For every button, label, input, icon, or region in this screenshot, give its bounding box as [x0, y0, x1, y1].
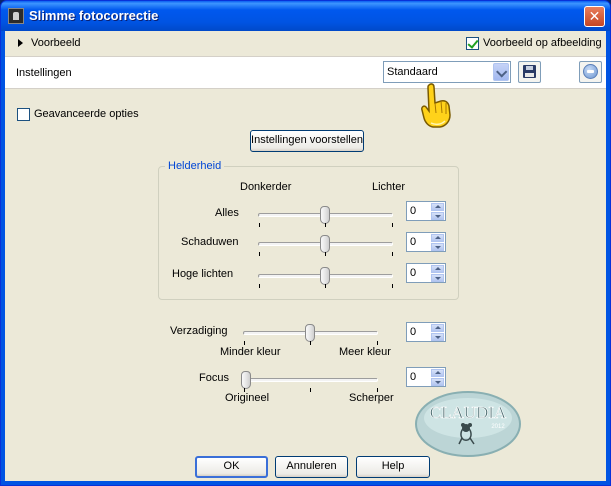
preview-on-image-label[interactable]: Voorbeeld op afbeelding — [483, 37, 602, 49]
tick-mark — [325, 252, 326, 256]
spinner-highlights-value: 0 — [410, 267, 417, 279]
slider-label-all: Alles — [215, 207, 239, 219]
suggest-settings-button[interactable]: Instellingen voorstellen — [250, 130, 364, 152]
focus-slider-thumb[interactable] — [241, 371, 251, 389]
spinner-shadows-value: 0 — [410, 236, 417, 248]
tick-mark — [392, 284, 393, 288]
spinner-focus[interactable]: 0 — [406, 367, 446, 387]
tick-mark — [325, 284, 326, 288]
app-icon — [8, 8, 24, 24]
cancel-button[interactable]: Annuleren — [275, 456, 348, 478]
focus-min-label: Origineel — [225, 392, 270, 404]
advanced-options-label[interactable]: Geavanceerde opties — [34, 108, 139, 120]
watermark-year: 2012 — [491, 424, 505, 430]
help-button[interactable]: Help — [356, 456, 430, 478]
tick-mark — [259, 223, 260, 227]
tick-mark — [310, 388, 311, 392]
spinner-down-icon[interactable] — [431, 243, 444, 251]
preset-select-value: Standaard — [387, 66, 438, 78]
spinner-all[interactable]: 0 — [406, 201, 446, 221]
focus-max-label: Scherper — [349, 392, 394, 404]
settings-label: Instellingen — [16, 67, 72, 79]
tick-mark — [377, 341, 378, 345]
spinner-up-icon[interactable] — [431, 324, 444, 332]
saturation-min-label: Minder kleur — [220, 346, 281, 358]
saturation-max-label: Meer kleur — [339, 346, 391, 358]
dialog-client: Voorbeeld Voorbeeld op afbeelding Instel… — [5, 31, 606, 481]
slider-label-shadows: Schaduwen — [181, 236, 239, 248]
tick-mark — [325, 223, 326, 227]
floppy-disk-icon — [523, 65, 536, 78]
claudia-watermark: CLAUDIA 2012 — [415, 391, 521, 457]
dialog-window: Slimme fotocorrectie ✕ Voorbeeld Voorbee… — [0, 0, 611, 486]
spinner-all-value: 0 — [410, 205, 417, 217]
reset-button[interactable] — [579, 61, 602, 83]
slider-label-highlights: Hoge lichten — [172, 268, 234, 280]
darker-label: Donkerder — [240, 181, 292, 193]
spinner-down-icon[interactable] — [431, 333, 444, 341]
spinner-focus-value: 0 — [410, 371, 417, 383]
chevron-down-icon[interactable] — [493, 63, 509, 81]
window-title: Slimme fotocorrectie — [29, 8, 159, 23]
slider-thumb-all[interactable] — [320, 206, 330, 224]
preview-on-image-checkbox[interactable] — [466, 37, 479, 50]
preview-row: Voorbeeld Voorbeeld op afbeelding — [5, 31, 606, 57]
spinner-up-icon[interactable] — [431, 234, 444, 242]
spinner-highlights[interactable]: 0 — [406, 263, 446, 283]
reset-icon — [583, 64, 598, 79]
tick-mark — [259, 252, 260, 256]
expand-triangle-icon[interactable] — [18, 39, 23, 47]
advanced-options-checkbox[interactable] — [17, 108, 30, 121]
settings-row: Instellingen Standaard — [5, 57, 606, 89]
close-button[interactable]: ✕ — [584, 6, 605, 27]
tick-mark — [259, 284, 260, 288]
focus-label: Focus — [199, 372, 229, 384]
preview-toggle-label[interactable]: Voorbeeld — [31, 37, 81, 49]
focus-slider-track[interactable] — [243, 378, 378, 382]
tick-mark — [392, 223, 393, 227]
spinner-down-icon[interactable] — [431, 274, 444, 282]
title-bar[interactable]: Slimme fotocorrectie ✕ — [1, 1, 610, 31]
slider-thumb-shadows[interactable] — [320, 235, 330, 253]
preset-select[interactable]: Standaard — [383, 61, 511, 83]
ok-button[interactable]: OK — [195, 456, 268, 478]
spinner-down-icon[interactable] — [431, 378, 444, 386]
spinner-up-icon[interactable] — [431, 265, 444, 273]
tick-mark — [310, 341, 311, 345]
saturation-slider-thumb[interactable] — [305, 324, 315, 342]
pointing-hand-icon — [421, 83, 451, 128]
spinner-shadows[interactable]: 0 — [406, 232, 446, 252]
spinner-down-icon[interactable] — [431, 212, 444, 220]
spinner-saturation-value: 0 — [410, 326, 417, 338]
spinner-up-icon[interactable] — [431, 203, 444, 211]
save-preset-button[interactable] — [518, 61, 541, 83]
tick-mark — [392, 252, 393, 256]
lighter-label: Lichter — [372, 181, 406, 193]
spinner-saturation[interactable]: 0 — [406, 322, 446, 342]
spinner-up-icon[interactable] — [431, 369, 444, 377]
watermark-name: CLAUDIA — [430, 403, 507, 422]
tick-mark — [244, 341, 245, 345]
brightness-group-legend: Helderheid — [165, 160, 225, 172]
slider-thumb-highlights[interactable] — [320, 267, 330, 285]
saturation-label: Verzadiging — [170, 325, 228, 337]
